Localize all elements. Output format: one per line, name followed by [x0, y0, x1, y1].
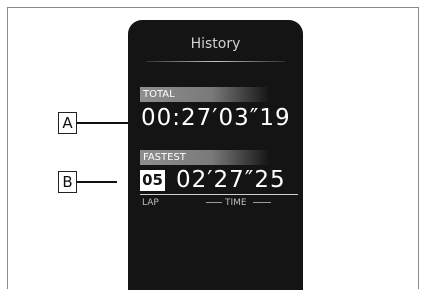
- title-divider: [146, 61, 285, 62]
- fastest-time-value: 02′27″25: [176, 167, 286, 193]
- history-screen: History TOTAL 00:27′03″19 FASTEST 05 02′…: [128, 20, 303, 290]
- time-caption-rule-right: [253, 202, 271, 203]
- callout-b-leader: [77, 181, 117, 183]
- total-time-value: 00:27′03″19: [141, 105, 291, 131]
- fastest-lap-number: 05: [140, 170, 165, 191]
- fastest-label: FASTEST: [140, 150, 270, 165]
- time-caption: TIME: [225, 198, 247, 208]
- callout-b: B: [58, 171, 77, 193]
- screen-title: History: [190, 36, 241, 52]
- time-caption-rule-left: [206, 202, 222, 203]
- callout-a: A: [58, 112, 77, 134]
- fastest-underline: [140, 194, 298, 195]
- lap-caption: LAP: [142, 198, 159, 208]
- total-label: TOTAL: [140, 87, 270, 102]
